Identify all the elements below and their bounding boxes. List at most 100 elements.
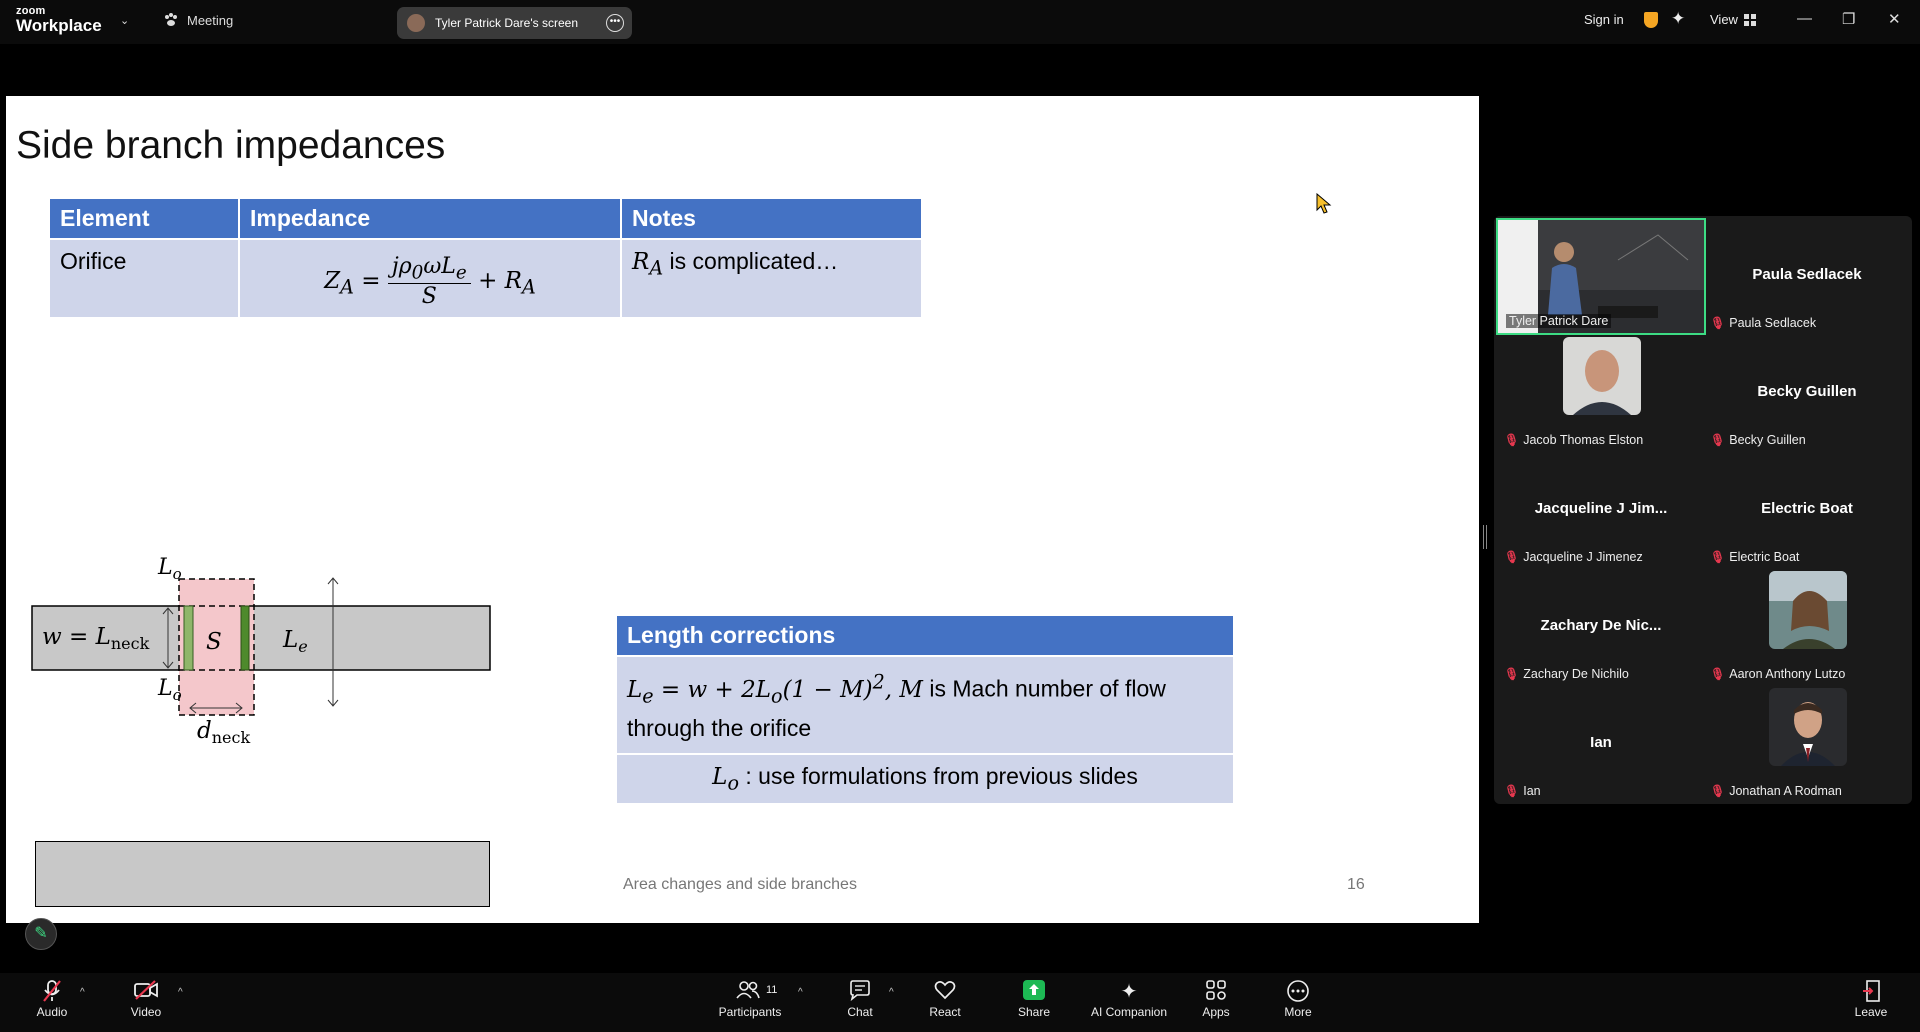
chevron-down-icon[interactable]: ⌄ <box>120 14 129 27</box>
audio-label: Audio <box>36 1005 68 1019</box>
participant-label: 🎙︎ Jonathan A Rodman <box>1710 784 1842 798</box>
more-label: More <box>1284 1005 1312 1019</box>
more-options-icon[interactable]: ••• <box>606 14 624 32</box>
slide-number: 16 <box>1347 876 1365 893</box>
participant-tile[interactable]: 🎙︎ Jacob Thomas Elston <box>1496 335 1706 452</box>
slide-footer: Area changes and side branches <box>623 876 857 893</box>
shared-slide: Side branch impedances Element Impedance… <box>6 96 1479 923</box>
impedance-table: Element Impedance Notes Orifice ZA = jρ0… <box>48 197 923 320</box>
participant-label: 🎙︎ Aaron Anthony Lutzo <box>1710 667 1845 681</box>
meeting-button[interactable]: Meeting <box>163 12 233 28</box>
participant-name-label: Becky Guillen <box>1729 433 1806 447</box>
mic-muted-icon: 🎙︎ <box>1710 550 1726 564</box>
minimize-icon[interactable]: — <box>1797 10 1812 27</box>
length-correction-formula: Le = w + 2Lo(1 − M)2, M is Mach number o… <box>615 654 1235 756</box>
participant-name-label: Jacob Thomas Elston <box>1523 433 1644 447</box>
participant-tile[interactable]: Zachary De Nic... 🎙︎ Zachary De Nichilo <box>1496 569 1706 686</box>
participant-display-name: Paula Sedlacek <box>1752 266 1862 283</box>
participant-tile[interactable]: Electric Boat 🎙︎ Electric Boat <box>1702 452 1912 569</box>
slide-title: Side branch impedances <box>16 124 446 167</box>
restore-icon[interactable]: ❐ <box>1842 10 1855 28</box>
participants-label: Participants <box>718 1005 782 1019</box>
chat-button[interactable]: Chat <box>840 979 880 1019</box>
video-options-caret[interactable]: ^ <box>178 987 183 998</box>
participant-tile[interactable]: Ian 🎙︎ Ian <box>1496 686 1706 803</box>
mouse-cursor-icon <box>1316 193 1332 214</box>
leave-button[interactable]: Leave <box>1854 979 1888 1019</box>
participant-name-label: Aaron Anthony Lutzo <box>1729 667 1846 681</box>
participant-tile[interactable]: 🎙︎ Aaron Anthony Lutzo <box>1702 569 1912 686</box>
area-s-label: S <box>206 629 222 655</box>
shield-icon[interactable] <box>1644 12 1658 28</box>
dneck-label: d <box>197 718 212 744</box>
audio-button[interactable]: Audio <box>30 979 74 1019</box>
participant-display-name: Jacqueline J Jim... <box>1534 500 1668 517</box>
panel-resize-handle[interactable] <box>1483 525 1487 549</box>
participants-icon: 11 <box>714 979 786 1005</box>
notes-text: is complicated… <box>663 248 839 274</box>
view-button[interactable]: View <box>1710 12 1756 27</box>
close-icon[interactable]: ✕ <box>1888 10 1901 28</box>
participant-tile[interactable]: Paula Sedlacek 🎙︎ Paula Sedlacek <box>1702 218 1912 335</box>
participant-display-name: Zachary De Nic... <box>1540 617 1662 634</box>
participant-label: 🎙︎ Zachary De Nichilo <box>1504 667 1629 681</box>
header-notes: Notes <box>620 197 923 240</box>
participant-name-label: Ian <box>1523 784 1541 798</box>
participant-tile[interactable]: Becky Guillen 🎙︎ Becky Guillen <box>1702 335 1912 452</box>
heart-icon <box>924 979 966 1005</box>
le-subscript: e <box>298 637 307 656</box>
more-button[interactable]: More <box>1280 979 1316 1019</box>
share-screen-icon <box>1014 979 1054 1005</box>
participant-label: Tyler Patrick Dare <box>1506 314 1612 328</box>
w-label: w = L <box>42 624 111 650</box>
audio-options-caret[interactable]: ^ <box>80 987 85 998</box>
zoom-workplace-logo[interactable]: zoom Workplace <box>16 6 102 35</box>
sign-in-button[interactable]: Sign in <box>1584 12 1624 27</box>
lo-top-label: L <box>157 556 173 580</box>
chat-icon <box>840 979 880 1005</box>
chat-options-caret[interactable]: ^ <box>889 987 894 998</box>
apps-label: Apps <box>1202 1005 1230 1019</box>
share-label: Share <box>1017 1005 1051 1019</box>
meeting-label: Meeting <box>187 12 234 28</box>
participant-tile[interactable]: Jacqueline J Jim... 🎙︎ Jacqueline J Jimen… <box>1496 452 1706 569</box>
table-header-row: Element Impedance Notes <box>48 197 923 240</box>
mic-muted-icon: 🎙︎ <box>1504 784 1520 798</box>
screen-share-indicator[interactable]: Tyler Patrick Dare's screen ••• <box>397 7 632 39</box>
participant-name-label: Tyler Patrick Dare <box>1506 314 1612 328</box>
leave-label: Leave <box>1854 1005 1888 1019</box>
react-button[interactable]: React <box>924 979 966 1019</box>
table-row: Orifice ZA = jρ0ωLe S + RA RA is complica… <box>48 237 923 320</box>
participant-gallery: Tyler Patrick Dare Paula Sedlacek 🎙︎ Paul… <box>1494 216 1912 804</box>
view-label: View <box>1710 12 1738 27</box>
header-impedance: Impedance <box>238 197 622 240</box>
participants-options-caret[interactable]: ^ <box>798 987 803 998</box>
annotate-pencil-icon[interactable]: ✎ <box>25 918 57 950</box>
more-icon <box>1280 979 1316 1005</box>
lo-top-subscript: o <box>173 565 182 583</box>
participant-tile-active[interactable]: Tyler Patrick Dare <box>1496 218 1706 335</box>
participant-name-label: Paula Sedlacek <box>1729 316 1817 330</box>
participant-name-label: Jacqueline J Jimenez <box>1523 550 1643 564</box>
participant-label: 🎙︎ Electric Boat <box>1710 550 1799 564</box>
share-button[interactable]: Share <box>1014 979 1054 1019</box>
mic-muted-icon: 🎙︎ <box>1710 667 1726 681</box>
participant-name-label: Electric Boat <box>1729 550 1800 564</box>
mic-muted-icon: 🎙︎ <box>1504 433 1520 447</box>
ai-sparkle-icon[interactable]: ✦ <box>1671 9 1685 29</box>
participant-tile[interactable]: 🎙︎ Jonathan A Rodman <box>1702 686 1912 803</box>
participant-photo <box>1769 571 1847 649</box>
video-button[interactable]: Video <box>124 979 168 1019</box>
participants-button[interactable]: 11 Participants <box>714 979 786 1019</box>
pipe-shape <box>35 841 490 907</box>
lo-bottom-label: L <box>157 676 173 701</box>
lo-note-text: : use formulations from previous slides <box>739 763 1138 790</box>
lo-formulation-note: Lo : use formulations from previous slid… <box>615 753 1235 805</box>
leave-door-icon <box>1854 979 1888 1005</box>
participant-name-label: Jonathan A Rodman <box>1729 784 1842 798</box>
ai-companion-button[interactable]: ✦ AI Companion <box>1088 979 1170 1019</box>
participant-display-name: Becky Guillen <box>1757 383 1857 400</box>
le-label: L <box>282 627 298 653</box>
mic-muted-icon: 🎙︎ <box>1504 550 1520 564</box>
apps-button[interactable]: Apps <box>1200 979 1232 1019</box>
